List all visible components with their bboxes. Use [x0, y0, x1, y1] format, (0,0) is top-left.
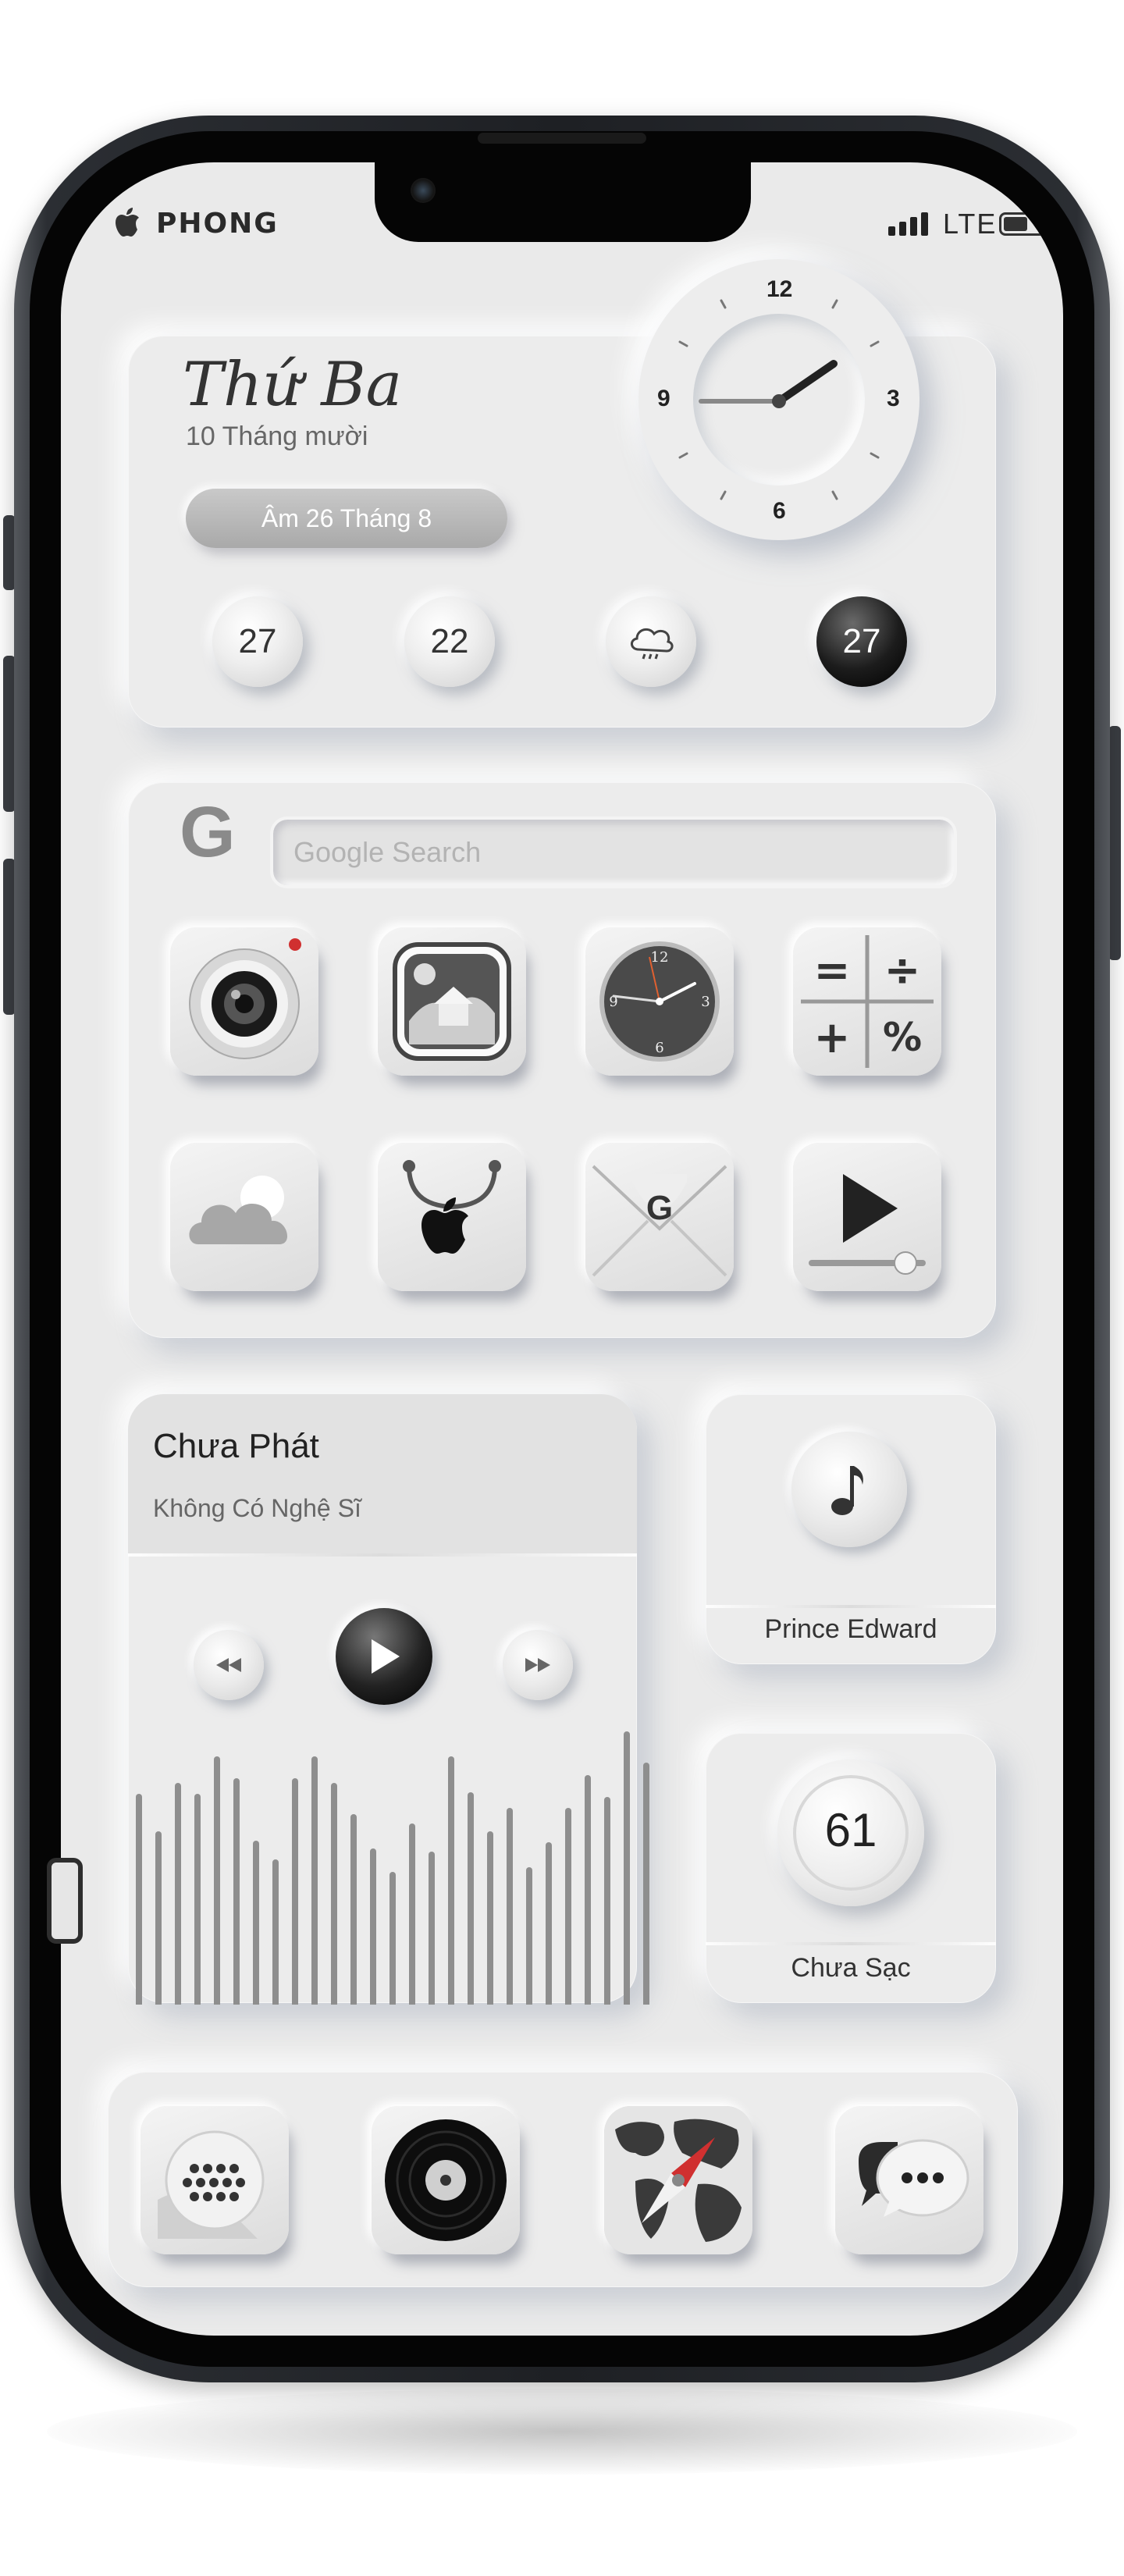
- date-label: 10 Tháng mười: [186, 422, 368, 451]
- calculator-app-icon[interactable]: = ÷ + %: [793, 927, 941, 1076]
- analog-clock[interactable]: 12 3 6 9: [638, 259, 919, 540]
- calc-percent: %: [883, 1015, 922, 1060]
- google-logo-icon: G: [180, 792, 236, 872]
- svg-text:6: 6: [655, 1040, 663, 1056]
- calc-plus: +: [814, 1012, 851, 1063]
- power-button[interactable]: [1108, 726, 1121, 960]
- fast-forward-button[interactable]: [503, 1630, 573, 1700]
- svg-text:3: 3: [701, 994, 710, 1010]
- signal-icon: [888, 212, 928, 236]
- notch: [375, 161, 751, 242]
- front-camera: [411, 178, 436, 203]
- weather-app-icon[interactable]: [170, 1143, 318, 1291]
- gmail-app-icon[interactable]: G: [585, 1143, 734, 1291]
- phone-app-icon[interactable]: [140, 2106, 289, 2254]
- clock-app-icon[interactable]: 12 3 6 9: [585, 927, 734, 1076]
- rewind-icon: [216, 1658, 241, 1672]
- lunar-date-pill: Âm 26 Tháng 8: [186, 489, 507, 548]
- battery-icon: [999, 212, 1051, 236]
- clock-ticks-and-hands: [678, 299, 880, 500]
- play-button[interactable]: [336, 1608, 432, 1705]
- forecast-day-2: 22: [404, 596, 495, 687]
- svg-text:12: 12: [651, 949, 669, 966]
- earpiece-speaker: [478, 133, 646, 144]
- weather-cloud-orb: [606, 596, 696, 687]
- home-screen: PHONG LTE Thứ Ba 10 Tháng mười Âm 26 Thá…: [61, 162, 1063, 2336]
- svg-text:G: G: [646, 1189, 673, 1227]
- day-name: Thứ Ba: [183, 350, 403, 420]
- calc-equals: =: [814, 945, 851, 996]
- forecast-day-1: 27: [212, 596, 303, 687]
- charging-status: Chưa Sạc: [791, 1953, 911, 1983]
- rewind-button[interactable]: [194, 1630, 264, 1700]
- fast-forward-icon: [525, 1658, 550, 1672]
- battery-level: 61: [824, 1804, 877, 1856]
- play-icon: [372, 1639, 400, 1674]
- messages-app-icon[interactable]: [835, 2106, 984, 2254]
- now-playing-header: [128, 1394, 637, 1553]
- safari-app-icon[interactable]: [604, 2106, 752, 2254]
- network-label: LTE: [943, 208, 998, 240]
- calc-divide: ÷: [884, 945, 921, 996]
- music-note-label: Prince Edward: [764, 1614, 937, 1644]
- google-search-input[interactable]: Google Search: [270, 817, 957, 888]
- song-title: Chưa Phát: [153, 1427, 319, 1465]
- apple-logo-icon: [116, 208, 140, 244]
- app-store-app-icon[interactable]: [378, 1143, 526, 1291]
- audio-visualizer: [136, 1731, 649, 2005]
- rain-cloud-icon: [631, 628, 674, 660]
- music-app-icon[interactable]: [372, 2106, 520, 2254]
- artist-name: Không Có Nghệ Sĩ: [153, 1494, 361, 1522]
- side-action-button[interactable]: [47, 1858, 83, 1944]
- video-app-icon[interactable]: [793, 1143, 941, 1291]
- phone-reflection: [47, 2389, 1077, 2475]
- carrier-label: PHONG: [156, 208, 279, 240]
- photos-app-icon[interactable]: [378, 927, 526, 1076]
- camera-app-icon[interactable]: [170, 927, 318, 1076]
- music-note-icon: [831, 1466, 863, 1515]
- forecast-day-today: 27: [816, 596, 907, 687]
- music-note-orb: [791, 1432, 907, 1547]
